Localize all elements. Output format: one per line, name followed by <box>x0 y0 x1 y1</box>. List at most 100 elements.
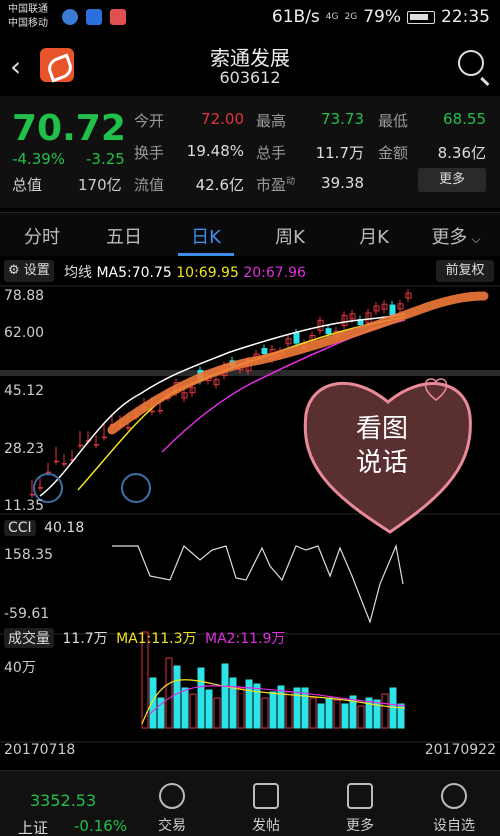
volume-bar <box>325 697 333 729</box>
volume-value: 11.7万 <box>315 144 364 162</box>
tab-monthly-k[interactable]: 月K <box>334 223 414 249</box>
price-adjust-button[interactable]: 前复权 <box>436 260 494 282</box>
volume-bar <box>357 705 365 729</box>
sticker-text: 看图 说话 <box>350 412 414 480</box>
carrier-2: 中国移动 <box>8 18 48 29</box>
low-label: 最低 <box>378 112 409 130</box>
volume-current: 11.7万 <box>62 631 108 647</box>
price-axis-top: 78.88 <box>4 288 45 304</box>
volume-bar <box>269 691 277 729</box>
status-bar: 中国联通 中国移动 61B/s 4G 2G 79% 22:35 <box>0 0 500 36</box>
ma-prefix: 均线 <box>64 265 92 281</box>
nav-add-watch[interactable]: 设自选 <box>424 783 484 835</box>
tab-five-day[interactable]: 五日 <box>84 223 164 249</box>
volume-bar <box>389 687 397 729</box>
price-axis-3: 45.12 <box>4 383 45 399</box>
ma5-value: MA5:70.75 <box>96 265 172 281</box>
volume-bar <box>381 693 389 729</box>
candle <box>54 446 59 465</box>
candle <box>181 388 188 402</box>
turnover-label: 换手 <box>134 144 165 162</box>
nav-more[interactable]: 更多 <box>330 783 390 835</box>
change-amount: -3.25 <box>86 150 125 168</box>
ma10-value: 10:69.95 <box>176 265 239 281</box>
volume-ma2: MA2:11.9万 <box>204 631 286 647</box>
open-label: 今开 <box>134 112 165 130</box>
battery-percent: 79% <box>363 7 401 27</box>
nav-trade[interactable]: 交易 <box>142 783 202 835</box>
search-icon[interactable] <box>458 50 484 76</box>
candle <box>341 311 348 330</box>
volume-bar <box>189 693 197 729</box>
volume-bar <box>285 691 293 729</box>
volume-header: 成交量 11.7万 MA1:11.3万 MA2:11.9万 <box>4 628 285 648</box>
stock-name: 索通发展 <box>210 46 290 70</box>
volume-bar <box>229 677 237 729</box>
net-2g: 2G <box>344 12 358 22</box>
volume-bar <box>277 685 285 729</box>
amount-value: 8.36亿 <box>437 144 486 162</box>
cci-tag[interactable]: CCI <box>4 520 36 536</box>
settings-button[interactable]: ⚙ 设置 <box>4 260 54 282</box>
cci-value: 40.18 <box>44 520 85 536</box>
ma-legend: 均线 MA5:70.75 10:69.95 20:67.96 <box>64 262 306 282</box>
candle <box>317 316 324 335</box>
candle <box>405 289 412 303</box>
zoom-in-icon <box>121 473 151 503</box>
volume-bar <box>341 703 349 729</box>
tab-intraday[interactable]: 分时 <box>2 223 82 249</box>
index-value[interactable]: 3352.53 <box>30 791 96 810</box>
cci-line <box>112 543 404 624</box>
amount-label: 金额 <box>378 144 409 162</box>
candle <box>381 300 388 314</box>
add-icon <box>441 783 467 809</box>
volume-bar <box>309 697 317 729</box>
nav-post[interactable]: 发帖 <box>236 783 296 835</box>
stock-header: ‹ 索通发展 603612 <box>0 36 500 96</box>
gear-icon: ⚙ <box>8 263 20 278</box>
more-quote-button[interactable]: 更多 <box>418 168 486 192</box>
stock-code: 603612 <box>219 68 281 87</box>
tab-daily-k[interactable]: 日K <box>166 223 246 249</box>
pe-label: 市盈动 <box>256 176 296 194</box>
candle <box>62 454 67 468</box>
nav-more-label: 更多 <box>346 818 374 834</box>
nav-trade-label: 交易 <box>158 818 186 834</box>
cci-axis-top: 158.35 <box>4 547 53 563</box>
quote-panel: 70.72 -4.39% -3.25 总值 170亿 今开 72.00 最高 7… <box>0 96 500 208</box>
pe-sup: 动 <box>286 177 296 187</box>
volume-tag[interactable]: 成交量 <box>4 628 54 648</box>
status-right: 61B/s 4G 2G 79% 22:35 <box>272 7 490 27</box>
low-value: 68.55 <box>443 110 486 128</box>
cci-path <box>112 543 404 624</box>
volume-bar <box>213 697 221 729</box>
active-tab-indicator <box>178 253 234 256</box>
candle <box>94 435 99 449</box>
index-name: 上证 <box>18 819 49 836</box>
bottom-nav: 3352.53 上证 -0.16% 交易 发帖 更多 设自选 <box>0 770 500 836</box>
market-cap-label: 总值 <box>12 176 43 194</box>
price-axis-4: 28.23 <box>4 441 45 457</box>
nav-post-label: 发帖 <box>252 818 280 834</box>
kline-toolbar: ⚙ 设置 均线 MA5:70.75 10:69.95 20:67.96 前复权 <box>0 258 500 284</box>
volume-bar <box>197 667 205 729</box>
volume-bar <box>221 663 229 729</box>
shield-icon <box>86 9 102 25</box>
index-change: -0.16% <box>74 817 128 835</box>
volume-bar <box>173 665 181 729</box>
candle <box>397 299 404 313</box>
net-speed: 61B/s <box>271 7 320 27</box>
clock: 22:35 <box>441 7 490 27</box>
price-axis-2: 62.00 <box>4 325 45 341</box>
date-end: 20170922 <box>424 742 496 758</box>
grid-icon <box>347 783 373 809</box>
high-value: 73.73 <box>321 110 364 128</box>
date-start: 20170718 <box>4 742 76 758</box>
candle <box>213 375 220 389</box>
float-cap-value: 42.6亿 <box>195 176 244 194</box>
volume-bar <box>237 687 245 729</box>
tab-weekly-k[interactable]: 周K <box>250 223 330 249</box>
volume-bar <box>181 687 189 729</box>
tab-more[interactable]: 更多 ⌵ <box>416 223 496 249</box>
carrier-1: 中国联通 <box>8 4 48 15</box>
